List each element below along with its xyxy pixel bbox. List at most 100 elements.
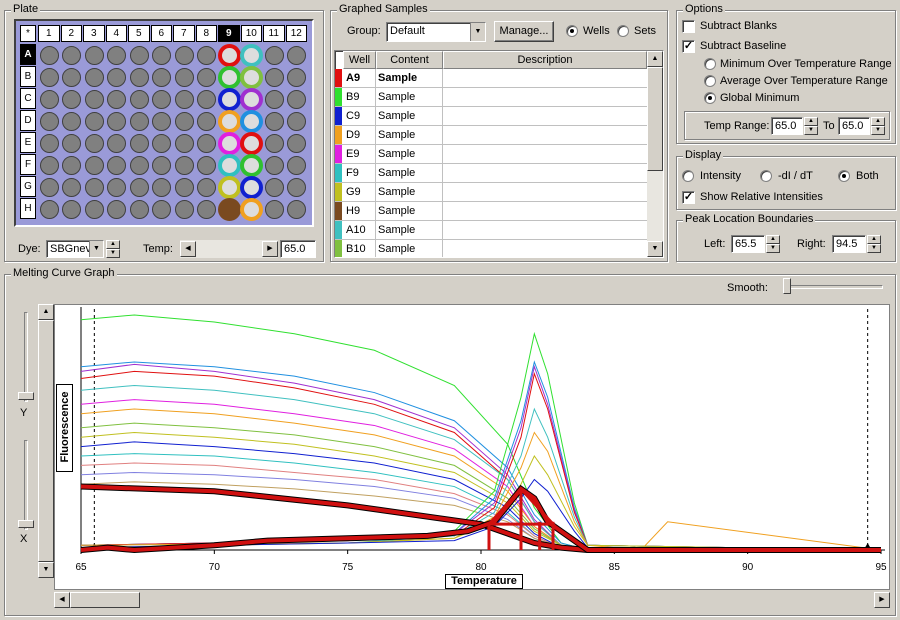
plate-well[interactable] bbox=[264, 133, 284, 153]
plate-well[interactable] bbox=[197, 111, 217, 131]
plate-well[interactable] bbox=[107, 133, 127, 153]
temp-range-from-spinner[interactable]: ▲ ▼ bbox=[804, 117, 818, 135]
plate-well[interactable] bbox=[129, 45, 149, 65]
sets-radio[interactable] bbox=[617, 25, 629, 37]
scroll-down-icon[interactable]: ▼ bbox=[647, 241, 663, 257]
plate-well[interactable] bbox=[152, 155, 172, 175]
plate-well[interactable] bbox=[39, 89, 59, 109]
plate-corner[interactable]: * bbox=[20, 25, 36, 42]
plate-well[interactable] bbox=[62, 133, 82, 153]
plate-well[interactable] bbox=[62, 67, 82, 87]
plate-well[interactable] bbox=[287, 177, 307, 197]
plate-well[interactable] bbox=[129, 67, 149, 87]
plate-well[interactable] bbox=[107, 111, 127, 131]
plate-well[interactable] bbox=[152, 133, 172, 153]
plate-well[interactable] bbox=[84, 89, 104, 109]
plate-well[interactable] bbox=[197, 67, 217, 87]
plate-well[interactable] bbox=[264, 155, 284, 175]
plate-grid[interactable]: * 1 2 3 4 5 6 7 8 9 10 11 12 A B C D E F G H bbox=[14, 19, 314, 227]
plate-well[interactable] bbox=[39, 133, 59, 153]
plate-row-header[interactable]: E bbox=[20, 132, 36, 153]
col-header-content[interactable]: Content bbox=[376, 51, 443, 69]
plate-row-header[interactable]: B bbox=[20, 66, 36, 87]
peak-right-input[interactable]: 94.5 bbox=[832, 235, 866, 253]
plate-well[interactable] bbox=[264, 177, 284, 197]
plate-well[interactable] bbox=[84, 67, 104, 87]
plate-col-header[interactable]: 4 bbox=[105, 25, 127, 42]
samples-list[interactable]: Well Content Description A9 Sample B9 Sampl… bbox=[334, 50, 664, 258]
plate-well[interactable] bbox=[174, 155, 194, 175]
intensity-radio[interactable] bbox=[682, 170, 694, 182]
plate-col-header[interactable]: 9 bbox=[218, 25, 240, 42]
plate-col-header[interactable]: 1 bbox=[38, 25, 60, 42]
plate-well[interactable] bbox=[174, 45, 194, 65]
plate-well[interactable] bbox=[217, 65, 241, 89]
plate-well[interactable] bbox=[107, 45, 127, 65]
avg-range-radio[interactable] bbox=[704, 75, 716, 87]
plate-well[interactable] bbox=[39, 177, 59, 197]
plate-well[interactable] bbox=[129, 177, 149, 197]
plate-well[interactable] bbox=[217, 131, 241, 155]
to-down-icon[interactable]: ▼ bbox=[871, 126, 885, 135]
graph-scroll-down-icon[interactable]: ▼ bbox=[38, 562, 54, 578]
plate-well[interactable] bbox=[240, 175, 264, 199]
to-up-icon[interactable]: ▲ bbox=[871, 117, 885, 126]
plate-well[interactable] bbox=[240, 131, 264, 155]
plate-well[interactable] bbox=[240, 65, 264, 89]
plate-well[interactable] bbox=[264, 199, 284, 219]
plate-row-header[interactable]: F bbox=[20, 154, 36, 175]
dye-up-icon[interactable]: ▲ bbox=[106, 240, 120, 249]
plate-well[interactable] bbox=[264, 67, 284, 87]
plate-col-header[interactable]: 3 bbox=[83, 25, 105, 42]
x-zoom-thumb[interactable] bbox=[18, 520, 34, 528]
temp-slider[interactable]: ◀ ▶ bbox=[180, 240, 278, 258]
plate-well[interactable] bbox=[240, 153, 264, 177]
plate-row-header[interactable]: D bbox=[20, 110, 36, 131]
plate-col-header[interactable]: 8 bbox=[195, 25, 217, 42]
plate-well[interactable] bbox=[217, 43, 241, 67]
plate-well[interactable] bbox=[197, 199, 217, 219]
plate-well[interactable] bbox=[217, 109, 241, 133]
plate-well[interactable] bbox=[62, 155, 82, 175]
sample-row[interactable]: B9 Sample bbox=[335, 88, 647, 107]
plate-well[interactable] bbox=[287, 133, 307, 153]
plate-well[interactable] bbox=[84, 155, 104, 175]
sample-row[interactable]: A9 Sample bbox=[335, 69, 647, 88]
plate-well[interactable] bbox=[174, 199, 194, 219]
dye-select[interactable]: SBGnev ▼ bbox=[46, 240, 104, 258]
smooth-thumb[interactable] bbox=[783, 278, 791, 294]
plate-well[interactable] bbox=[197, 89, 217, 109]
plate-well[interactable] bbox=[152, 177, 172, 197]
both-radio[interactable] bbox=[838, 170, 850, 182]
plate-well[interactable] bbox=[287, 89, 307, 109]
plate-well[interactable] bbox=[84, 133, 104, 153]
plot-area[interactable]: 65 70 75 80 85 90 95 bbox=[54, 304, 890, 590]
plate-well[interactable] bbox=[287, 111, 307, 131]
graph-hscrollbar[interactable]: ◀ ▶ bbox=[54, 592, 890, 608]
plate-well[interactable] bbox=[264, 111, 284, 131]
plate-row-header[interactable]: C bbox=[20, 88, 36, 109]
show-relative-checkbox[interactable]: ✓ bbox=[682, 191, 695, 204]
global-min-radio[interactable] bbox=[704, 92, 716, 104]
left-down-icon[interactable]: ▼ bbox=[766, 244, 780, 253]
temp-range-to-spinner[interactable]: ▲ ▼ bbox=[871, 117, 885, 135]
sample-row[interactable]: C9 Sample bbox=[335, 107, 647, 126]
plate-row-header[interactable]: A bbox=[20, 44, 36, 65]
plate-well[interactable] bbox=[39, 199, 59, 219]
plate-well[interactable] bbox=[197, 133, 217, 153]
plate-well[interactable] bbox=[174, 177, 194, 197]
plate-well[interactable] bbox=[62, 45, 82, 65]
plate-well[interactable] bbox=[287, 199, 307, 219]
plate-well[interactable] bbox=[240, 109, 264, 133]
group-select[interactable]: Default ▼ bbox=[386, 22, 486, 42]
plate-well[interactable] bbox=[62, 89, 82, 109]
sample-row[interactable]: E9 Sample bbox=[335, 145, 647, 164]
plate-well[interactable] bbox=[62, 111, 82, 131]
plate-row-header[interactable]: G bbox=[20, 176, 36, 197]
plate-well[interactable] bbox=[129, 155, 149, 175]
plate-well[interactable] bbox=[84, 199, 104, 219]
wells-radio[interactable] bbox=[566, 25, 578, 37]
graph-scroll-right-icon[interactable]: ▶ bbox=[874, 592, 890, 608]
sample-row[interactable]: G9 Sample bbox=[335, 183, 647, 202]
plate-well[interactable] bbox=[174, 89, 194, 109]
